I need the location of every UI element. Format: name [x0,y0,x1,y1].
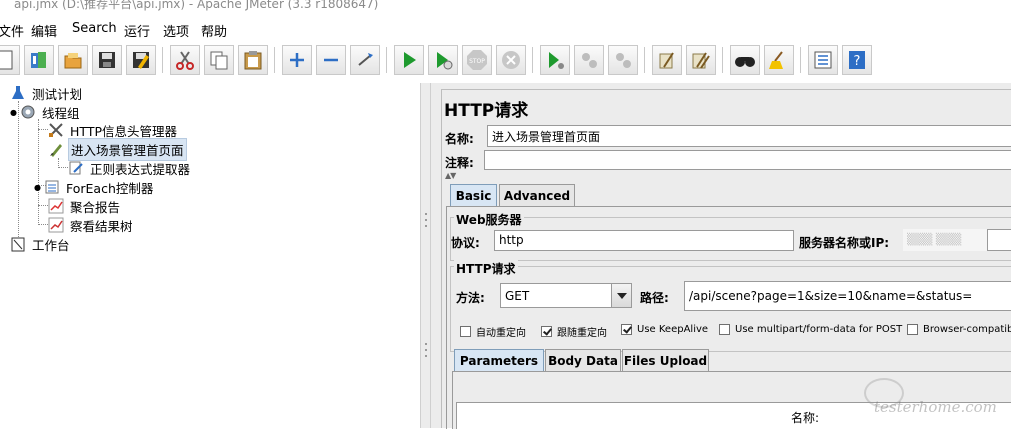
tree-node-header-manager[interactable]: HTTP信息头管理器 [48,121,179,139]
menu-help[interactable]: 帮助 [201,21,227,40]
path-field[interactable]: /api/scene?page=1&size=10&name=&status= [684,281,1011,311]
remote-exit-icon[interactable] [608,45,638,75]
checkbox-box[interactable] [460,326,471,337]
menu-bar: 文件 编辑 Search 运行 选项 帮助 [0,14,1011,41]
paste-icon[interactable] [238,45,268,75]
panel-heading: HTTP请求 [444,101,529,121]
chevron-down-icon[interactable] [611,284,631,307]
method-label: 方法: [456,291,485,305]
multipart-checkbox[interactable]: Use multipart/form-data for POST [719,324,902,335]
tab-advanced[interactable]: Advanced [499,184,575,206]
clear-all-icon[interactable] [686,45,716,75]
extractor-icon [68,160,84,176]
name-label: 名称: [445,132,474,146]
save-as-icon[interactable] [126,45,156,75]
name-field[interactable]: 进入场景管理首页面 [487,125,1011,147]
collapse-arrows-icon[interactable]: ▲▼ [445,171,456,180]
menu-search[interactable]: Search [72,21,117,36]
test-plan-tree: 测试计划 ● 线程组 HTTP信息头管理器 进入场景管理首页面 正则表达式提取器… [0,83,420,428]
tree-node-test-plan[interactable]: 测试计划 [10,84,84,102]
save-icon[interactable] [92,45,122,75]
stop-icon[interactable]: STOP [462,45,492,75]
menu-file[interactable]: 文件 [0,21,24,40]
results-tree-icon [48,217,64,233]
tree-node-results-tree[interactable]: 察看结果树 [48,216,135,234]
remote-stop-icon[interactable] [574,45,604,75]
parameters-table: 名称: [456,402,1011,429]
checkbox-box[interactable] [621,324,632,335]
path-label: 路径: [640,291,669,305]
follow-redirect-checkbox[interactable]: 跟随重定向 [541,324,607,339]
tab-basic[interactable]: Basic [450,184,497,206]
tree-node-regex-extractor[interactable]: 正则表达式提取器 [68,159,192,177]
start-no-pause-icon[interactable] [428,45,458,75]
open-icon[interactable] [58,45,88,75]
browser-compatible-checkbox[interactable]: Browser-compatible [907,324,1011,335]
split-divider[interactable] [420,83,431,428]
expand-icon[interactable] [282,45,312,75]
protocol-label: 协议: [451,236,480,250]
http-request-group-label: HTTP请求 [454,260,518,277]
keepalive-checkbox[interactable]: Use KeepAlive [621,324,708,335]
tree-node-thread-group[interactable]: ● 线程组 [10,103,82,121]
menu-options[interactable]: 选项 [163,21,189,40]
aggregate-report-icon [48,198,64,214]
reset-search-icon[interactable] [764,45,794,75]
menu-run[interactable]: 运行 [124,21,150,40]
tree-toggle-icon[interactable]: ● [34,183,42,192]
sampler-panel: HTTP请求 名称: 进入场景管理首页面 注释: ▲▼ Basic Advanc… [441,89,1011,429]
remote-start-icon[interactable] [540,45,570,75]
workbench-icon [10,236,26,252]
server-name-field-edge[interactable] [987,229,1011,251]
server-name-label: 服务器名称或IP: [799,236,890,250]
comment-label: 注释: [445,156,474,170]
shutdown-icon[interactable] [496,45,526,75]
tab-files-upload[interactable]: Files Upload [622,349,709,371]
tree-node-foreach-controller[interactable]: ● ForEach控制器 [34,178,155,196]
help-icon[interactable]: ? [842,45,872,75]
cut-icon[interactable] [170,45,200,75]
auto-redirect-checkbox[interactable]: 自动重定向 [460,324,526,339]
templates-icon[interactable] [24,45,54,75]
collapse-icon[interactable] [316,45,346,75]
header-manager-icon [48,122,64,138]
copy-icon[interactable] [204,45,234,75]
method-select-value: GET [505,289,530,303]
toolbar: STOP ? [0,41,1011,83]
new-icon[interactable] [0,45,20,75]
tree-node-http-sampler[interactable]: 进入场景管理首页面 [48,137,187,161]
start-icon[interactable] [394,45,424,75]
http-sampler-icon [48,141,64,157]
clear-icon[interactable] [652,45,682,75]
thread-group-icon [20,104,36,120]
menu-edit[interactable]: 编辑 [31,21,57,40]
protocol-field[interactable]: http [494,230,794,251]
table-header-name: 名称: [791,411,820,425]
checkbox-box[interactable] [541,326,552,337]
svg-text:?: ? [854,54,861,69]
tree-toggle-icon[interactable]: ● [10,108,18,117]
server-name-field[interactable]: ▒▒▒ ▒▒▒ [903,229,987,251]
window-title-bar: api.jmx (D:\推荐平台\api.jmx) - Apache JMete… [0,0,1011,14]
checkbox-box[interactable] [719,324,730,335]
checkbox-box[interactable] [907,324,918,335]
tree-node-workbench[interactable]: 工作台 [10,235,72,253]
comment-field[interactable] [484,150,1011,170]
window-title: api.jmx (D:\推荐平台\api.jmx) - Apache JMete… [14,0,379,11]
toggle-icon[interactable] [350,45,380,75]
tree-node-aggregate-report[interactable]: 聚合报告 [48,197,122,215]
test-plan-icon [10,85,26,101]
svg-text:STOP: STOP [469,58,485,65]
web-server-group-label: Web服务器 [454,211,524,228]
function-helper-icon[interactable] [808,45,838,75]
search-icon[interactable] [730,45,760,75]
foreach-controller-icon [44,179,60,195]
tab-body-data[interactable]: Body Data [545,349,621,371]
tab-parameters[interactable]: Parameters [454,349,544,371]
